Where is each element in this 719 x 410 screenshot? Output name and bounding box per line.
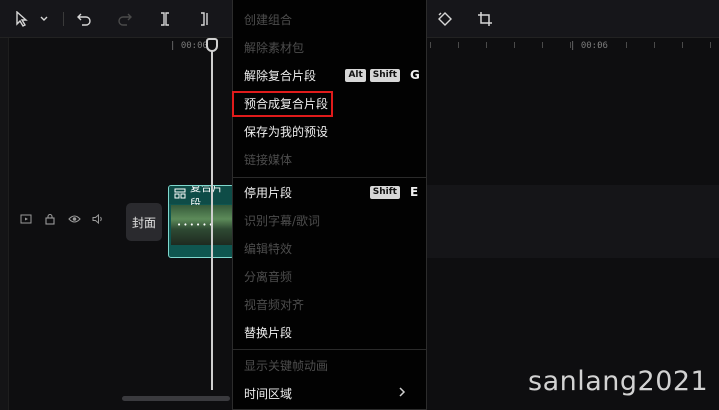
- shortcut-key-alt: Alt: [345, 68, 366, 82]
- watermark-text: sanlang2021: [528, 366, 709, 397]
- menu-divider: [233, 349, 426, 350]
- undo-icon[interactable]: [75, 10, 93, 28]
- cover-button[interactable]: 封面: [126, 203, 162, 241]
- ruler-time-mark: | 00:06: [570, 41, 608, 51]
- menu-item-create-group[interactable]: 创建组合: [233, 6, 426, 32]
- chevron-right-icon: [398, 385, 406, 401]
- shortcut-key-shift: Shift: [369, 68, 400, 82]
- split-left-icon[interactable]: [196, 10, 214, 28]
- redo-icon[interactable]: [116, 10, 134, 28]
- split-icon[interactable]: [156, 10, 174, 28]
- menu-divider: [233, 177, 426, 178]
- context-menu: 创建组合 解除素材包 解除复合片段 Alt Shift G 预合成复合片段 保存…: [232, 0, 427, 410]
- eye-icon[interactable]: [67, 212, 81, 226]
- compound-clip-icon: [174, 188, 186, 202]
- lock-icon[interactable]: [43, 212, 57, 226]
- chevron-down-icon[interactable]: [38, 10, 50, 28]
- menu-item-replace-clip[interactable]: 替换片段: [233, 319, 426, 345]
- menu-item-separate-audio[interactable]: 分离音频: [233, 263, 426, 289]
- menu-item-recognize-subtitles[interactable]: 识别字幕/歌词: [233, 207, 426, 233]
- left-panel-edge: [0, 38, 9, 410]
- clip-header: 复合片段: [169, 186, 233, 210]
- menu-item-link-media[interactable]: 链接媒体: [233, 146, 426, 172]
- menu-item-disable-clip[interactable]: 停用片段 Shift E: [233, 179, 426, 205]
- clip-thumb-text: • • • • • •: [177, 221, 213, 229]
- clip-thumbnail: • • • • • •: [171, 205, 233, 245]
- highlight-box: [232, 91, 333, 117]
- menu-item-save-preset[interactable]: 保存为我的预设: [233, 118, 426, 144]
- playhead-handle[interactable]: [206, 38, 218, 52]
- menu-item-show-keyframes[interactable]: 显示关键帧动画: [233, 352, 426, 378]
- timeline-scrollbar[interactable]: [122, 396, 230, 401]
- video-track-icon[interactable]: [19, 212, 33, 226]
- cursor-select-icon[interactable]: [13, 10, 31, 28]
- menu-item-time-region[interactable]: 时间区域: [233, 380, 426, 406]
- track-lane: [427, 185, 719, 258]
- shortcut-key-shift: Shift: [369, 185, 400, 199]
- compound-clip[interactable]: 复合片段 • • • • • •: [168, 185, 234, 258]
- menu-item-edit-effects[interactable]: 编辑特效: [233, 235, 426, 261]
- rotate-icon[interactable]: [436, 10, 454, 28]
- menu-item-av-align[interactable]: 视音频对齐: [233, 291, 426, 317]
- shortcut-letter: E: [410, 185, 419, 199]
- ruler-time-start: | 00:00: [170, 41, 208, 51]
- volume-icon[interactable]: [91, 212, 105, 226]
- menu-item-ungroup-compound[interactable]: 解除复合片段 Alt Shift G: [233, 62, 426, 88]
- crop-icon[interactable]: [476, 10, 494, 28]
- playhead-line[interactable]: [211, 40, 213, 390]
- toolbar-divider: [63, 12, 64, 26]
- shortcut-letter: G: [410, 68, 420, 82]
- menu-item-ungroup-material[interactable]: 解除素材包: [233, 34, 426, 60]
